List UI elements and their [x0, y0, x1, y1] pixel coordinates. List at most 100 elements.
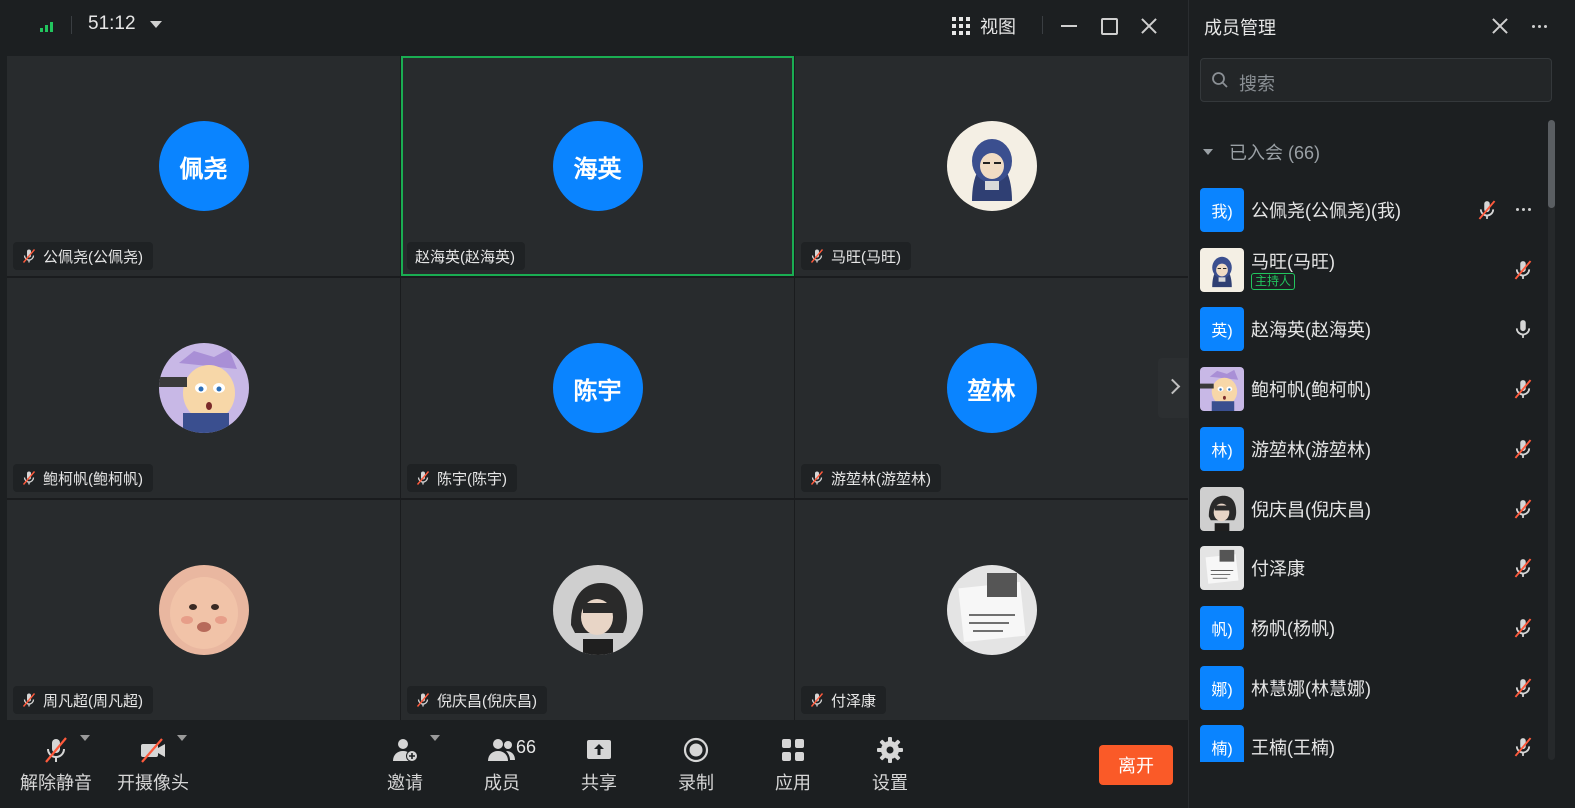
member-row[interactable]: 林) 游堃林(游堃林): [1189, 419, 1544, 479]
member-avatar: 娜): [1200, 665, 1244, 710]
member-row[interactable]: 鲍柯帆(鲍柯帆): [1189, 359, 1544, 419]
unmute-label: 解除静音: [20, 773, 92, 793]
member-row[interactable]: 英) 赵海英(赵海英): [1189, 299, 1544, 359]
avatar-photo: [946, 565, 1037, 655]
record-label: 录制: [678, 773, 714, 793]
member-row[interactable]: 娜) 林慧娜(林慧娜): [1189, 658, 1544, 718]
joined-group-label: 已入会 (66): [1229, 143, 1321, 163]
video-tile[interactable]: 倪庆昌(倪庆昌): [401, 500, 794, 720]
invite-button[interactable]: 邀请: [357, 735, 453, 799]
mic-muted-icon[interactable]: [1512, 498, 1534, 520]
avatar: 海英: [552, 121, 643, 211]
participant-name: 鲍柯帆(鲍柯帆): [43, 470, 143, 488]
participant-label: 鲍柯帆(鲍柯帆): [13, 464, 153, 492]
view-label: 视图: [980, 17, 1016, 37]
member-row[interactable]: 帆) 杨帆(杨帆): [1189, 598, 1544, 658]
more-icon[interactable]: [1516, 208, 1531, 211]
next-page-button[interactable]: [1158, 358, 1188, 418]
avatar: 佩尧: [158, 121, 249, 211]
avatar-photo: [158, 343, 249, 433]
settings-button[interactable]: 设置: [842, 735, 938, 799]
participant-label: 马旺(马旺): [801, 242, 911, 270]
title-bar: 51:12 视图: [0, 0, 1188, 52]
video-tile[interactable]: 马旺(马旺): [795, 56, 1188, 276]
unmute-button[interactable]: 解除静音: [8, 735, 104, 799]
member-name: 倪庆昌(倪庆昌): [1251, 499, 1371, 520]
search-icon: [1212, 72, 1228, 88]
share-label: 共享: [581, 773, 617, 793]
signal-icon: [40, 18, 56, 32]
mic-muted-icon[interactable]: [1512, 557, 1534, 579]
leave-button[interactable]: 离开: [1099, 745, 1173, 785]
member-avatar-photo: [1200, 367, 1244, 412]
member-row[interactable]: 楠) 王楠(王楠): [1189, 717, 1544, 762]
chevron-down-icon[interactable]: [177, 735, 187, 741]
close-panel-button[interactable]: [1486, 12, 1514, 40]
video-tile[interactable]: 付泽康: [795, 500, 1188, 720]
record-button[interactable]: 录制: [648, 735, 744, 799]
member-row[interactable]: 我) 公佩尧(公佩尧)(我): [1189, 180, 1544, 240]
member-avatar: 林): [1200, 426, 1244, 471]
video-grid: 佩尧 公佩尧(公佩尧) 海英 赵海英(赵海英) 马旺(马旺) 鲍柯帆(鲍柯帆) 陈宇 陈宇(陈…: [7, 56, 1188, 720]
video-tile[interactable]: 堃林 游堃林(游堃林): [795, 278, 1188, 498]
mic-muted-icon[interactable]: [1512, 438, 1534, 460]
joined-group-toggle[interactable]: 已入会 (66): [1203, 139, 1320, 165]
mic-muted-icon: [21, 692, 37, 708]
apps-label: 应用: [775, 773, 811, 793]
member-avatar: 楠): [1200, 725, 1244, 762]
share-button[interactable]: 共享: [551, 735, 647, 799]
apps-button[interactable]: 应用: [745, 735, 841, 799]
members-button[interactable]: 66 成员: [454, 735, 550, 799]
more-icon[interactable]: [1525, 12, 1553, 40]
mic-muted-icon[interactable]: [1512, 736, 1534, 758]
members-count: 66: [516, 737, 537, 757]
mic-muted-icon[interactable]: [1512, 259, 1534, 281]
minimize-button[interactable]: [1055, 12, 1083, 40]
member-name: 公佩尧(公佩尧)(我): [1251, 201, 1401, 221]
mic-icon[interactable]: [1512, 318, 1534, 340]
member-name: 赵海英(赵海英): [1251, 320, 1371, 341]
mic-muted-icon: [415, 470, 431, 486]
mic-muted-icon[interactable]: [1512, 378, 1534, 400]
member-avatar-photo: [1200, 486, 1244, 531]
view-button[interactable]: 视图: [952, 12, 1016, 40]
avatar-photo: [158, 565, 249, 655]
video-tile[interactable]: 鲍柯帆(鲍柯帆): [7, 278, 400, 498]
member-row[interactable]: 倪庆昌(倪庆昌): [1189, 479, 1544, 539]
member-name: 游堃林(游堃林): [1251, 439, 1371, 460]
maximize-button[interactable]: [1095, 12, 1123, 40]
mic-muted-icon[interactable]: [1476, 199, 1498, 221]
mic-muted-icon[interactable]: [1512, 677, 1534, 699]
mic-muted-icon: [21, 248, 37, 264]
avatar-photo: [946, 121, 1037, 211]
mic-muted-icon: [21, 470, 37, 486]
participant-label: 赵海英(赵海英): [407, 242, 525, 270]
record-icon: [648, 735, 744, 765]
mic-muted-icon: [809, 248, 825, 264]
grid-icon: [952, 17, 970, 35]
mic-muted-icon[interactable]: [1512, 617, 1534, 639]
video-tile[interactable]: 周凡超(周凡超): [7, 500, 400, 720]
mic-muted-icon: [809, 470, 825, 486]
video-tile[interactable]: 海英赵海英(赵海英): [401, 56, 794, 276]
participant-name: 陈宇(陈宇): [437, 470, 507, 488]
chevron-down-icon[interactable]: [150, 21, 162, 28]
search-input[interactable]: 搜索: [1200, 58, 1552, 102]
video-tile[interactable]: 陈宇 陈宇(陈宇): [401, 278, 794, 498]
chevron-down-icon[interactable]: [430, 735, 440, 741]
member-name: 鲍柯帆(鲍柯帆): [1251, 380, 1371, 401]
member-avatar: 帆): [1200, 605, 1244, 650]
camera-button[interactable]: 开摄像头: [105, 735, 201, 799]
member-panel: 成员管理 搜索 已入会 (66) 我) 公佩尧(公佩尧)(我) 马旺(马旺) 主持人英…: [1188, 0, 1575, 808]
apps-icon: [745, 735, 841, 765]
video-tile[interactable]: 佩尧 公佩尧(公佩尧): [7, 56, 400, 276]
member-avatar: 英): [1200, 307, 1244, 352]
member-row[interactable]: 马旺(马旺) 主持人: [1189, 240, 1544, 300]
share-screen-icon: [551, 735, 647, 765]
member-row[interactable]: 付泽康: [1189, 538, 1544, 598]
settings-label: 设置: [872, 773, 908, 793]
close-window-button[interactable]: [1135, 12, 1163, 40]
host-badge: 主持人: [1251, 272, 1296, 290]
participant-name: 马旺(马旺): [831, 248, 901, 266]
chevron-down-icon[interactable]: [80, 735, 90, 741]
